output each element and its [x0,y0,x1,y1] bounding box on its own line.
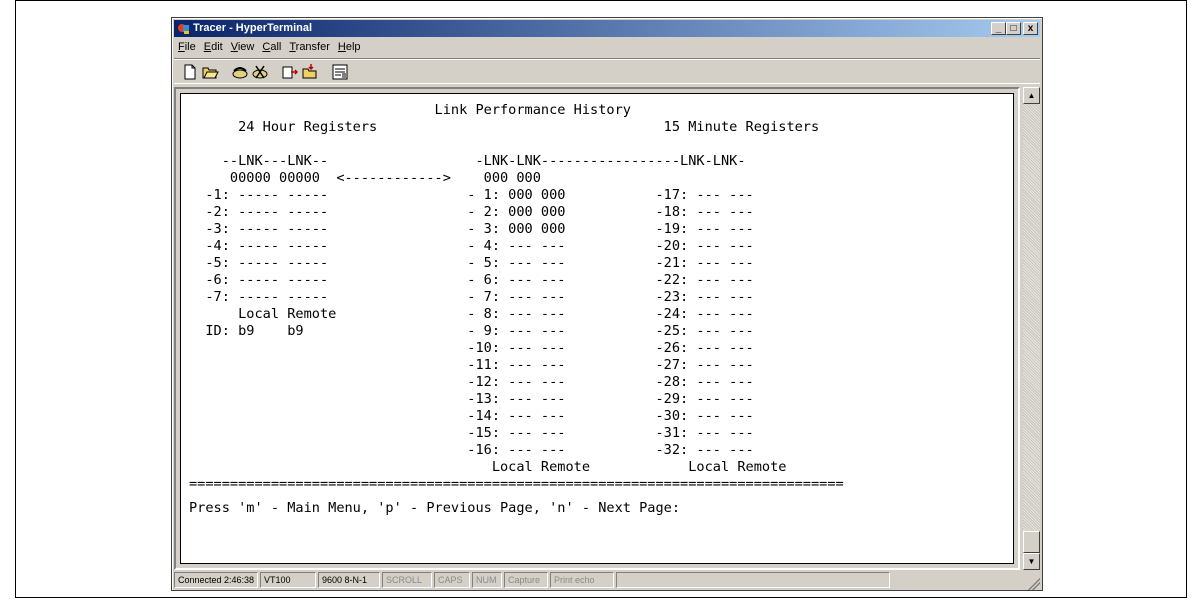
terminal-frame: Link Performance History 24 Hour Registe… [174,87,1020,570]
menu-help[interactable]: Help [334,39,365,55]
vertical-scrollbar[interactable]: ▲ ▼ [1023,87,1040,570]
terminal-line: -14: --- --- -30: --- --- [189,408,754,424]
menu-file[interactable]: File [174,39,200,55]
terminal-line: 24 Hour Registers 15 Minute Registers [189,119,820,135]
terminal-line: --LNK---LNK-- -LNK-LNK-----------------L… [189,153,746,169]
terminal-line: -16: --- --- -32: --- --- [189,442,754,458]
hyperterminal-window: Tracer - HyperTerminal _ □ x File Edit V… [171,17,1043,591]
menu-edit-label: dit [211,41,223,53]
send-icon[interactable] [280,62,300,82]
menu-edit-accel: E [203,41,212,53]
scroll-thumb[interactable] [1023,531,1040,553]
terminal-prompt-line: Press 'm' - Main Menu, 'p' - Previous Pa… [189,500,681,516]
terminal-line: Link Performance History [189,102,631,118]
open-icon[interactable] [200,62,220,82]
menu-transfer[interactable]: Transfer [285,39,334,55]
properties-icon[interactable] [330,62,350,82]
terminal-line: Local Remote - 8: --- --- -24: --- --- [189,306,754,322]
toolbar [174,58,1040,84]
terminal-line: 00000 00000 <------------> 000 000 [189,170,541,186]
terminal-line: -11: --- --- -27: --- --- [189,357,754,373]
status-scroll: SCROLL [382,572,432,588]
menu-call[interactable]: Call [258,39,285,55]
menu-help-label: elp [345,41,361,53]
hyperterminal-app-icon [178,24,189,34]
menu-file-label: ile [184,41,196,53]
title-bar[interactable]: Tracer - HyperTerminal _ □ x [174,20,1040,37]
status-emulation: VT100 [260,572,316,588]
terminal-line: ========================================… [189,476,844,492]
new-icon[interactable] [180,62,200,82]
terminal-line: -15: --- --- -31: --- --- [189,425,754,441]
status-port: 9600 8-N-1 [318,572,380,588]
terminal-line: -7: ----- ----- - 7: --- --- -23: --- --… [189,289,754,305]
window-title: Tracer - HyperTerminal [193,22,313,34]
menu-help-accel: H [337,41,346,53]
terminal-line: -12: --- --- -28: --- --- [189,374,754,390]
status-bar: Connected 2:46:38 VT100 9600 8-N-1 SCROL… [174,572,1040,590]
status-print-echo: Print echo [550,572,614,588]
terminal-line: ID: b9 b9 - 9: --- --- -25: --- --- [189,323,754,339]
menu-bar: File Edit View Call Transfer Help [174,38,1040,56]
terminal-line: Local Remote Local Remote [189,459,787,475]
status-connected: Connected 2:46:38 [174,572,258,588]
menu-edit[interactable]: Edit [200,39,227,55]
terminal-line: -3: ----- ----- - 3: 000 000 -19: --- --… [189,221,754,237]
menu-transfer-label: ransfer [295,41,330,53]
receive-icon[interactable] [300,62,320,82]
close-button[interactable]: x [1023,22,1038,35]
terminal-line: -6: ----- ----- - 6: --- --- -22: --- --… [189,272,754,288]
minimize-button[interactable]: _ [991,22,1006,35]
scroll-up-button[interactable]: ▲ [1023,87,1040,104]
window-controls: _ □ x [991,22,1038,35]
menu-view[interactable]: View [227,39,259,55]
maximize-button[interactable]: □ [1006,22,1021,35]
terminal-line: -1: ----- ----- - 1: 000 000 -17: --- --… [189,187,754,203]
status-empty [616,572,890,588]
connect-icon[interactable] [230,62,250,82]
terminal-line: -5: ----- ----- - 5: --- --- -21: --- --… [189,255,754,271]
status-capture: Capture [504,572,548,588]
scroll-down-button[interactable]: ▼ [1023,553,1040,570]
terminal-line: -4: ----- ----- - 4: --- --- -20: --- --… [189,238,754,254]
menu-view-accel: V [230,41,238,53]
disconnect-icon[interactable] [250,62,270,82]
status-caps: CAPS [434,572,470,588]
menu-file-accel: F [178,41,185,53]
terminal-screen[interactable]: Link Performance History 24 Hour Registe… [180,93,1014,564]
terminal-line: -2: ----- ----- - 2: 000 000 -18: --- --… [189,204,754,220]
terminal-line: -13: --- --- -29: --- --- [189,391,754,407]
menu-view-label: iew [237,41,255,53]
status-num: NUM [472,572,502,588]
menu-call-label: all [270,41,282,53]
resize-grip[interactable] [1028,578,1040,590]
terminal-line: -10: --- --- -26: --- --- [189,340,754,356]
